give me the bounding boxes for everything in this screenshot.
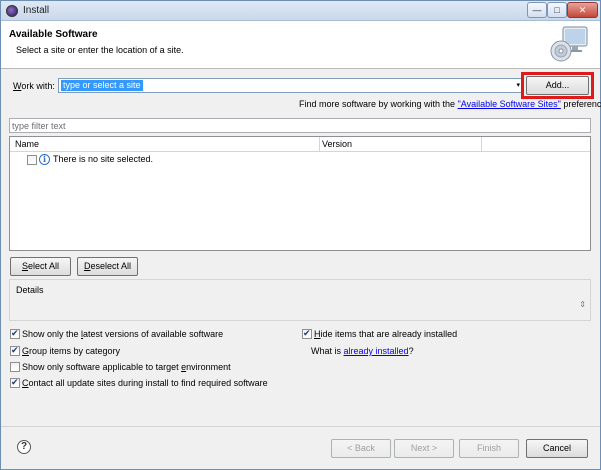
- finish-button[interactable]: Finish: [459, 439, 519, 458]
- filter-placeholder: type filter text: [12, 121, 66, 131]
- filter-input[interactable]: type filter text: [9, 118, 591, 133]
- maximize-button[interactable]: □: [547, 2, 567, 18]
- what-is-installed-text: What is already installed?: [311, 346, 414, 356]
- details-group: Details ⇕: [9, 279, 591, 321]
- contact-update-sites-checkbox[interactable]: [10, 377, 20, 388]
- deselect-all-button[interactable]: Deselect All: [77, 257, 138, 276]
- work-with-label: Work with:: [13, 81, 55, 91]
- details-scroll-icon[interactable]: ⇕: [579, 300, 586, 309]
- column-name[interactable]: Name: [15, 139, 39, 149]
- install-dialog: Install — □ ✕ Available Software Select …: [0, 0, 601, 470]
- work-with-input[interactable]: type or select a site: [61, 80, 143, 91]
- window-title: Install: [23, 5, 50, 16]
- back-button[interactable]: < Back: [331, 439, 391, 458]
- page-title: Available Software: [9, 29, 98, 40]
- column-divider[interactable]: [319, 137, 320, 152]
- software-tree[interactable]: Name Version i There is no site selected…: [9, 136, 591, 251]
- row-checkbox[interactable]: [27, 155, 37, 165]
- contact-update-sites-label: Contact all update sites during install …: [22, 378, 268, 388]
- column-version[interactable]: Version: [322, 139, 352, 149]
- cancel-button[interactable]: Cancel: [526, 439, 588, 458]
- group-by-category-checkbox[interactable]: [10, 345, 20, 356]
- latest-versions-label: Show only the latest versions of availab…: [22, 329, 224, 339]
- find-more-text: Find more software by working with the "…: [299, 99, 601, 109]
- help-icon[interactable]: ?: [17, 440, 31, 454]
- target-environment-label: Show only software applicable to target …: [22, 362, 231, 372]
- hide-installed-checkbox[interactable]: [302, 328, 312, 339]
- page-subtitle: Select a site or enter the location of a…: [16, 45, 184, 55]
- title-bar[interactable]: Install — □ ✕: [1, 1, 600, 21]
- next-button[interactable]: Next >: [394, 439, 454, 458]
- group-by-category-label: Group items by category: [22, 346, 121, 356]
- install-monitor-icon: [550, 26, 588, 62]
- target-environment-checkbox[interactable]: [10, 362, 20, 372]
- eclipse-app-icon: [6, 5, 18, 17]
- work-with-combo[interactable]: type or select a site ▾: [58, 78, 523, 93]
- wizard-header: Available Software Select a site or ente…: [1, 21, 600, 69]
- latest-versions-checkbox[interactable]: [10, 328, 20, 339]
- select-all-button[interactable]: Select All: [10, 257, 71, 276]
- already-installed-link[interactable]: already installed: [344, 346, 409, 356]
- close-button[interactable]: ✕: [567, 2, 598, 18]
- add-button-highlight: [521, 72, 594, 99]
- column-divider[interactable]: [481, 137, 482, 152]
- details-label: Details: [16, 285, 44, 295]
- tree-header: Name Version: [10, 137, 590, 152]
- hide-installed-label: Hide items that are already installed: [314, 329, 458, 339]
- chevron-down-icon[interactable]: ▾: [516, 80, 520, 91]
- tree-row[interactable]: i There is no site selected.: [10, 153, 590, 167]
- minimize-button[interactable]: —: [527, 2, 547, 18]
- row-label: There is no site selected.: [53, 154, 154, 164]
- available-software-sites-link[interactable]: "Available Software Sites": [458, 99, 561, 109]
- footer-separator: [1, 426, 600, 427]
- info-icon: i: [39, 154, 50, 165]
